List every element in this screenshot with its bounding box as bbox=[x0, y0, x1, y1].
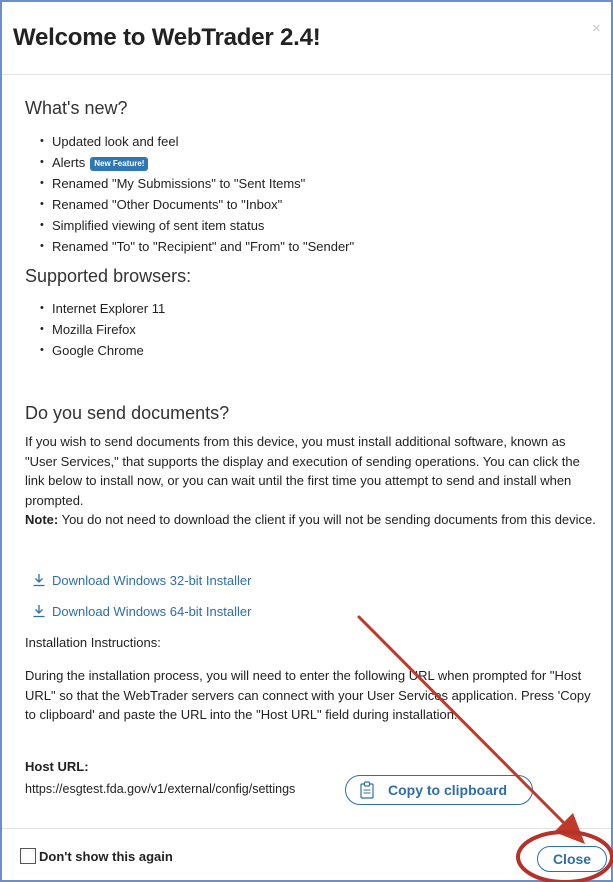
browsers-heading: Supported browsers: bbox=[25, 266, 192, 286]
list-item: Renamed "My Submissions" to "Sent Items" bbox=[40, 173, 354, 194]
dialog-title: Welcome to WebTrader 2.4! bbox=[13, 24, 321, 51]
download-32bit-link[interactable]: Download Windows 32-bit Installer bbox=[32, 573, 251, 588]
checkbox-box[interactable] bbox=[20, 848, 36, 864]
dont-show-again-checkbox[interactable]: Don't show this again bbox=[20, 848, 173, 864]
install-paragraph: During the installation process, you wil… bbox=[25, 668, 591, 722]
welcome-dialog: Welcome to WebTrader 2.4! × What's new? … bbox=[0, 0, 613, 882]
send-docs-heading: Do you send documents? bbox=[25, 403, 230, 423]
copy-to-clipboard-button[interactable]: Copy to clipboard bbox=[345, 775, 533, 805]
browsers-list: Internet Explorer 11 Mozilla Firefox Goo… bbox=[40, 298, 165, 361]
close-button[interactable]: Close bbox=[537, 846, 607, 872]
list-item: Mozilla Firefox bbox=[40, 319, 165, 340]
download-icon bbox=[33, 605, 45, 618]
host-url-label: Host URL: bbox=[25, 759, 89, 774]
whats-new-heading: What's new? bbox=[25, 98, 128, 118]
list-item: Simplified viewing of sent item status bbox=[40, 215, 354, 236]
download-64bit-link[interactable]: Download Windows 64-bit Installer bbox=[32, 604, 251, 619]
list-item: Renamed "To" to "Recipient" and "From" t… bbox=[40, 236, 354, 257]
download-icon bbox=[33, 574, 45, 587]
note-text: You do not need to download the client i… bbox=[58, 512, 596, 527]
list-item: Updated look and feel bbox=[40, 131, 354, 152]
footer-divider bbox=[2, 828, 611, 829]
install-heading: Installation Instructions: bbox=[25, 635, 161, 650]
list-item: Internet Explorer 11 bbox=[40, 298, 165, 319]
close-icon[interactable]: × bbox=[592, 20, 601, 37]
list-item: Renamed "Other Documents" to "Inbox" bbox=[40, 194, 354, 215]
clipboard-icon bbox=[360, 781, 374, 799]
new-feature-badge: New Feature! bbox=[90, 157, 149, 171]
list-item: AlertsNew Feature! bbox=[40, 152, 354, 173]
host-url-value: https://esgtest.fda.gov/v1/external/conf… bbox=[25, 782, 296, 796]
dialog-header: Welcome to WebTrader 2.4! × bbox=[2, 2, 611, 75]
note-label: Note: bbox=[25, 512, 59, 527]
send-docs-paragraph: If you wish to send documents from this … bbox=[25, 434, 596, 527]
list-item: Google Chrome bbox=[40, 340, 165, 361]
whats-new-list: Updated look and feel AlertsNew Feature!… bbox=[40, 131, 354, 257]
